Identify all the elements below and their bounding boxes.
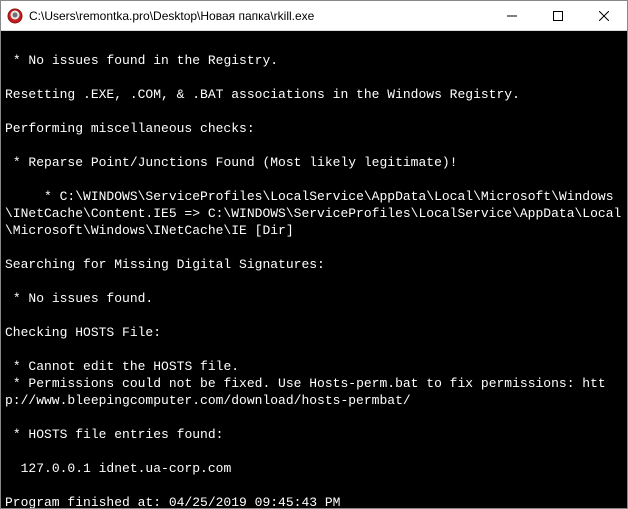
- console-line: [5, 409, 627, 426]
- console-line: Program finished at: 04/25/2019 09:45:43…: [5, 494, 627, 508]
- console-line: [5, 35, 627, 52]
- console-line: * Cannot edit the HOSTS file.: [5, 358, 627, 375]
- console-line: [5, 239, 627, 256]
- app-icon: [7, 8, 23, 24]
- console-line: Resetting .EXE, .COM, & .BAT association…: [5, 86, 627, 103]
- console-line: [5, 443, 627, 460]
- window-title: C:\Users\remontka.pro\Desktop\Новая папк…: [29, 9, 489, 23]
- console-line: [5, 103, 627, 120]
- console-line: [5, 137, 627, 154]
- application-window: C:\Users\remontka.pro\Desktop\Новая папк…: [0, 0, 628, 509]
- console-line: * No issues found.: [5, 290, 627, 307]
- console-line: Searching for Missing Digital Signatures…: [5, 256, 627, 273]
- console-line: [5, 307, 627, 324]
- console-line: [5, 341, 627, 358]
- console-line: * HOSTS file entries found:: [5, 426, 627, 443]
- maximize-icon: [553, 11, 563, 21]
- console-line: 127.0.0.1 idnet.ua-corp.com: [5, 460, 627, 477]
- console-line: [5, 273, 627, 290]
- close-icon: [599, 11, 609, 21]
- titlebar[interactable]: C:\Users\remontka.pro\Desktop\Новая папк…: [1, 1, 627, 31]
- console-line: [5, 69, 627, 86]
- console-line: Performing miscellaneous checks:: [5, 120, 627, 137]
- maximize-button[interactable]: [535, 1, 581, 30]
- console-line: * No issues found in the Registry.: [5, 52, 627, 69]
- console-output[interactable]: * No issues found in the Registry. Reset…: [1, 31, 627, 508]
- console-line: * Reparse Point/Junctions Found (Most li…: [5, 154, 627, 171]
- console-line: [5, 171, 627, 188]
- console-line: [5, 477, 627, 494]
- console-line: * Permissions could not be fixed. Use Ho…: [5, 375, 627, 409]
- console-line: * C:\WINDOWS\ServiceProfiles\LocalServic…: [5, 188, 627, 239]
- minimize-button[interactable]: [489, 1, 535, 30]
- window-controls: [489, 1, 627, 30]
- close-button[interactable]: [581, 1, 627, 30]
- minimize-icon: [507, 11, 517, 21]
- console-line: Checking HOSTS File:: [5, 324, 627, 341]
